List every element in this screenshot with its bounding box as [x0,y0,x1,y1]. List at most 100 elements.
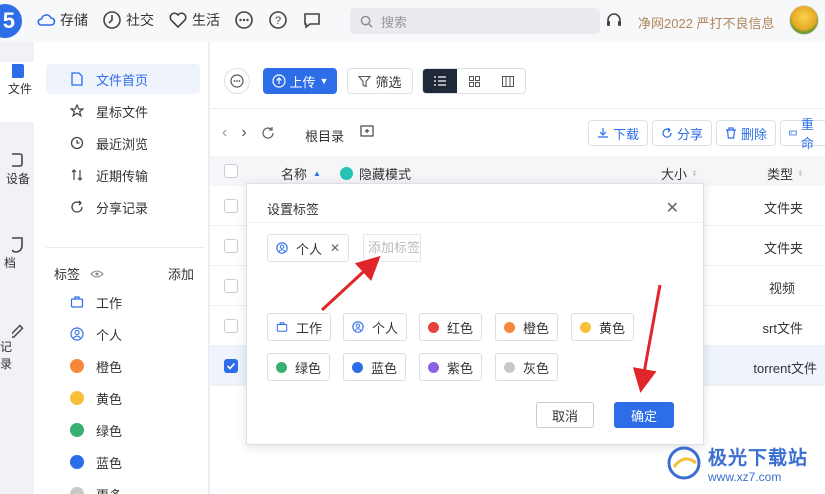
tag-option-purple[interactable]: 紫色 [419,353,483,381]
strip-records[interactable]: 记录 [0,322,34,372]
watermark-url: www.xz7.com [708,469,782,484]
person-icon [276,242,288,254]
green-dot-icon [276,361,287,373]
sidebar-tag-orange[interactable]: 橙色 [70,355,122,377]
tag-label: 工作 [96,295,123,311]
select-all-checkbox[interactable] [224,164,238,178]
nav-storage-label: 存储 [60,12,88,28]
delete-button[interactable]: 删除 [716,120,777,146]
nav-social[interactable]: 社交 [102,10,154,30]
file-icon [71,72,83,86]
tag-label: 个人 [96,327,123,343]
svg-text:?: ? [275,15,281,27]
help-icon[interactable]: ? [268,10,288,30]
row-type: 视频 [768,281,795,296]
tags-add-link[interactable]: 添加 [168,264,194,283]
set-tag-dialog: 设置标签 ✕ 个人 ✕ 添加标签 工作 个人 红色 橙色 黄色 绿色 蓝色 紫色 [246,183,704,445]
hidden-mode-icon [340,167,353,180]
sidebar-tag-green[interactable]: 绿色 [70,419,122,441]
headset-icon[interactable] [605,11,623,29]
nav-life[interactable]: 生活 [168,10,220,30]
app-logo[interactable]: 5 [0,4,22,38]
sidebar-tag-yellow[interactable]: 黄色 [70,387,122,409]
strip-docs[interactable]: 档 [0,236,34,286]
remove-tag-icon[interactable]: ✕ [330,241,340,255]
strip-docs-label: 档 [3,256,16,270]
strip-files-label: 文件 [7,82,32,96]
tag-option-orange[interactable]: 橙色 [495,313,559,341]
hidden-mode-toggle[interactable]: 隐藏模式 [340,164,411,183]
breadcrumb-nav: ‹ › [222,124,275,142]
view-toggle-group [422,68,526,94]
new-folder-icon[interactable] [360,124,374,138]
share-button[interactable]: 分享 [652,120,713,146]
more-options-button[interactable] [224,68,250,94]
sidebar-tag-personal[interactable]: 个人 [70,323,122,345]
more-icon[interactable] [234,10,254,30]
logo-text: 5 [2,8,15,33]
clock-icon [103,11,121,29]
column-type-label: 类型 [767,167,794,182]
top-bar: 5 存储 社交 生活 ? 搜索 净网2022 严打不良信息 [0,0,825,42]
close-icon[interactable]: ✕ [666,198,679,218]
column-name-header[interactable]: 名称 ▲ [281,164,321,183]
orange-dot-icon [504,321,515,333]
forward-icon[interactable]: › [241,124,246,142]
tag-option-red[interactable]: 红色 [419,313,483,341]
upload-button[interactable]: 上传 ▼ [263,68,337,94]
row-checkbox[interactable] [224,279,238,293]
row-checkbox[interactable] [224,319,238,333]
sidebar-item-home[interactable]: 文件首页 [46,64,200,94]
sidebar-item-label: 最近浏览 [96,136,149,152]
yellow-dot-icon [580,321,591,333]
sidebar-tag-work[interactable]: 工作 [70,291,122,313]
column-type-header[interactable]: 类型 ⬍ [767,164,804,183]
tag-label: 黄色 [96,391,123,407]
tags-header: 标签 添加 [54,264,194,283]
grid-view-button[interactable] [457,69,491,93]
sidebar-tag-more[interactable]: 更多 [70,483,122,494]
row-checkbox[interactable] [224,239,238,253]
row-checkbox-checked[interactable] [224,359,238,373]
breadcrumb-root[interactable]: 根目录 [305,126,344,145]
selected-tag-label: 个人 [296,241,323,257]
search-input[interactable]: 搜索 [350,8,600,34]
sidebar-tag-blue[interactable]: 蓝色 [70,451,122,473]
rename-button[interactable]: 重命 [780,117,825,151]
tag-option-gray[interactable]: 灰色 [495,353,559,381]
filter-label: 筛选 [375,74,402,90]
eye-icon[interactable] [90,268,104,280]
sidebar-item-recent[interactable]: 最近浏览 [46,128,200,158]
tag-option-work[interactable]: 工作 [267,313,332,341]
sidebar-item-label: 文件首页 [96,72,149,88]
strip-device[interactable]: 设备 [0,152,34,202]
nav-life-label: 生活 [192,12,220,28]
avatar[interactable] [789,5,819,35]
list-view-button[interactable] [423,69,457,93]
tag-option-yellow[interactable]: 黄色 [571,313,635,341]
promo-text[interactable]: 净网2022 严打不良信息 [638,13,775,32]
sidebar-item-starred[interactable]: 星标文件 [46,96,200,126]
filter-button[interactable]: 筛选 [347,68,413,94]
column-view-button[interactable] [491,69,525,93]
back-icon[interactable]: ‹ [222,124,227,142]
heart-icon [169,12,187,29]
refresh-icon[interactable] [261,126,275,140]
share-record-icon [71,200,83,213]
add-tag-input[interactable]: 添加标签 [363,234,421,262]
column-size-header[interactable]: 大小 ⬍ [661,164,698,183]
sidebar-item-share-record[interactable]: 分享记录 [46,192,200,222]
trash-icon [726,127,736,139]
tag-option-green[interactable]: 绿色 [267,353,331,381]
tag-option-personal[interactable]: 个人 [343,313,408,341]
tag-option-label: 工作 [296,320,323,336]
cancel-button[interactable]: 取消 [536,402,594,428]
row-checkbox[interactable] [224,199,238,213]
nav-storage[interactable]: 存储 [36,10,88,30]
strip-files[interactable]: 文件 [0,62,34,122]
tag-option-blue[interactable]: 蓝色 [343,353,407,381]
confirm-button[interactable]: 确定 [614,402,674,428]
download-button[interactable]: 下载 [588,120,649,146]
message-icon[interactable] [302,10,322,30]
sidebar-item-transfer[interactable]: 近期传输 [46,160,200,190]
